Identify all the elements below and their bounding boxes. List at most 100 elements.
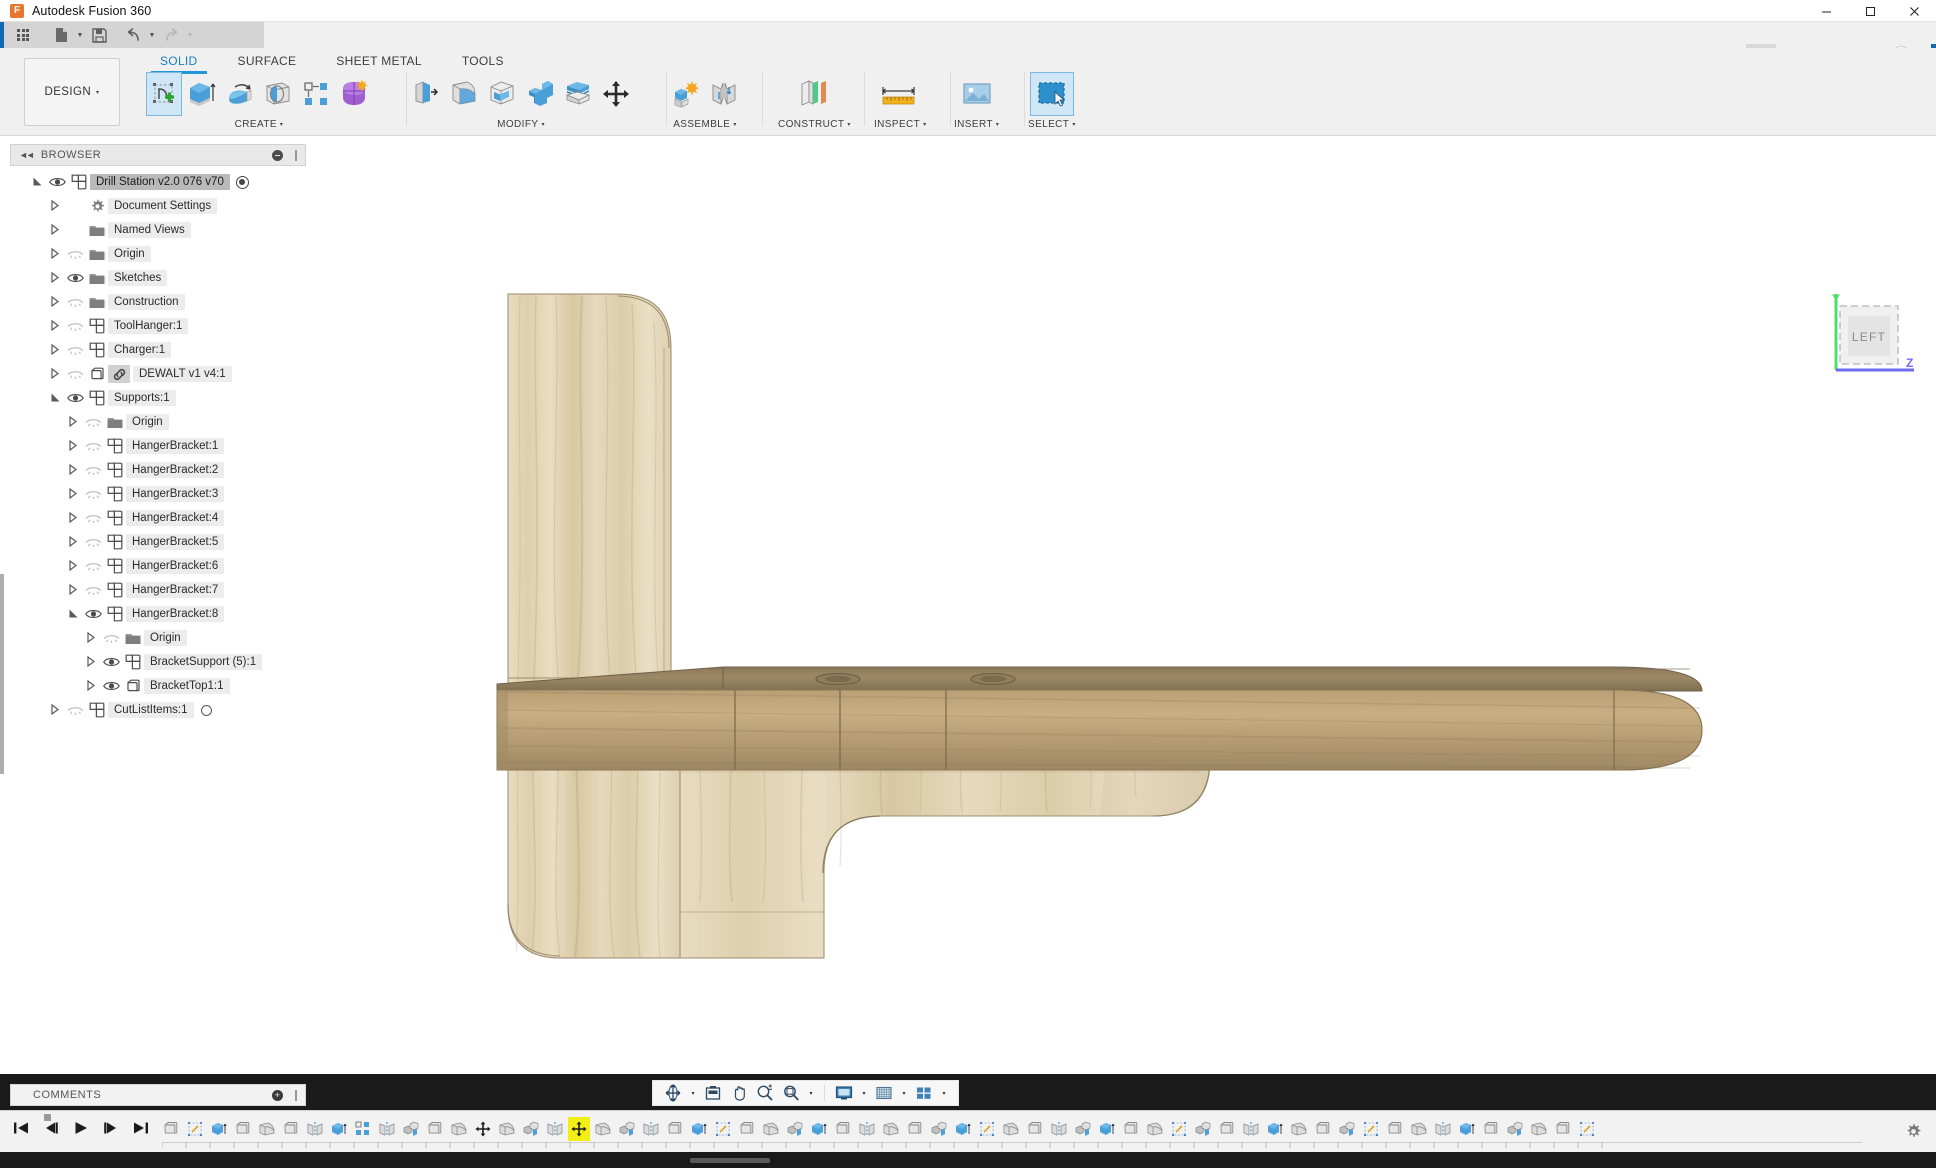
view-cube[interactable]: LEFT Y Z <box>1826 284 1922 380</box>
timeline-feature[interactable] <box>856 1117 878 1141</box>
timeline-feature[interactable] <box>1168 1117 1190 1141</box>
tree-row[interactable]: Charger:1 <box>10 338 310 362</box>
tree-row[interactable]: Construction <box>10 290 310 314</box>
tree-row[interactable]: HangerBracket:8 <box>10 602 310 626</box>
timeline-feature[interactable] <box>280 1117 302 1141</box>
visibility-on-icon[interactable] <box>82 608 104 620</box>
activate-component-radio[interactable] <box>200 704 212 716</box>
go-to-end-icon[interactable] <box>132 1119 150 1137</box>
timeline-feature[interactable] <box>448 1117 470 1141</box>
timeline-feature[interactable] <box>712 1117 734 1141</box>
ribbon-group-assemble-label[interactable]: ASSEMBLE ▾ <box>673 119 737 130</box>
visibility-off-icon[interactable] <box>82 464 104 476</box>
timeline-feature[interactable] <box>1504 1117 1526 1141</box>
timeline-feature[interactable] <box>1312 1117 1334 1141</box>
timeline-feature[interactable] <box>208 1117 230 1141</box>
expand-arrow-closed-icon[interactable] <box>46 343 64 357</box>
grid-snaps-icon[interactable] <box>872 1082 896 1104</box>
timeline-feature[interactable] <box>1144 1117 1166 1141</box>
timeline-feature[interactable] <box>544 1117 566 1141</box>
visibility-off-icon[interactable] <box>64 248 86 260</box>
timeline-feature[interactable] <box>1552 1117 1574 1141</box>
tree-row[interactable]: ToolHanger:1 <box>10 314 310 338</box>
step-forward-icon[interactable] <box>102 1119 120 1137</box>
ribbon-group-inspect-label[interactable]: INSPECT ▾ <box>874 119 927 130</box>
undo-caret-icon[interactable]: ▼ <box>146 24 158 46</box>
zoom-icon[interactable] <box>753 1082 777 1104</box>
press-pull-icon[interactable] <box>408 72 444 116</box>
timeline-feature[interactable] <box>952 1117 974 1141</box>
play-icon[interactable] <box>72 1119 90 1137</box>
tree-row[interactable]: HangerBracket:3 <box>10 482 310 506</box>
visibility-off-icon[interactable] <box>64 344 86 356</box>
fillet-icon[interactable] <box>446 72 482 116</box>
timeline-feature[interactable] <box>904 1117 926 1141</box>
timeline-feature[interactable] <box>160 1117 182 1141</box>
timeline-feature[interactable] <box>1408 1117 1430 1141</box>
tree-row[interactable]: Drill Station v2.0 076 v70 <box>10 170 310 194</box>
orbit-icon[interactable] <box>661 1082 685 1104</box>
tree-row[interactable]: HangerBracket:7 <box>10 578 310 602</box>
tree-row[interactable]: Origin <box>10 242 310 266</box>
visibility-off-icon[interactable] <box>82 536 104 548</box>
timeline-feature[interactable] <box>1048 1117 1070 1141</box>
split-face-icon[interactable] <box>560 72 596 116</box>
visibility-off-icon[interactable] <box>82 560 104 572</box>
timeline-feature[interactable] <box>1456 1117 1478 1141</box>
visibility-off-icon[interactable] <box>82 416 104 428</box>
timeline-feature[interactable] <box>376 1117 398 1141</box>
visibility-off-icon[interactable] <box>64 296 86 308</box>
tree-row[interactable]: Origin <box>10 410 310 434</box>
combine-icon[interactable] <box>522 72 558 116</box>
orbit-dropdown-caret[interactable]: ▾ <box>687 1082 699 1104</box>
expand-arrow-open-icon[interactable] <box>64 608 82 621</box>
ribbon-group-modify-label[interactable]: MODIFY ▾ <box>497 119 545 130</box>
joint-icon[interactable] <box>706 72 742 116</box>
timeline-feature[interactable] <box>976 1117 998 1141</box>
activate-component-radio[interactable] <box>235 175 249 189</box>
timeline-feature[interactable] <box>472 1117 494 1141</box>
visibility-off-icon[interactable] <box>100 632 122 644</box>
visibility-on-icon[interactable] <box>46 176 68 188</box>
timeline-feature[interactable] <box>520 1117 542 1141</box>
timeline-feature[interactable] <box>1120 1117 1142 1141</box>
close-button[interactable] <box>1892 0 1936 22</box>
grid-caret[interactable]: ▾ <box>898 1082 910 1104</box>
visibility-off-icon[interactable] <box>82 440 104 452</box>
new-document-icon[interactable] <box>48 24 74 46</box>
tree-row[interactable]: BracketSupport (5):1 <box>10 650 310 674</box>
tree-row[interactable]: BracketTop1:1 <box>10 674 310 698</box>
tree-row[interactable]: Named Views <box>10 218 310 242</box>
timeline-feature[interactable] <box>832 1117 854 1141</box>
timeline-feature[interactable] <box>688 1117 710 1141</box>
timeline-feature[interactable] <box>1000 1117 1022 1141</box>
timeline-feature[interactable] <box>808 1117 830 1141</box>
visibility-on-icon[interactable] <box>64 392 86 404</box>
timeline-feature[interactable] <box>1024 1117 1046 1141</box>
expand-arrow-closed-icon[interactable] <box>64 559 82 573</box>
timeline-horizontal-scrollbar[interactable] <box>690 1158 770 1163</box>
tree-row[interactable]: HangerBracket:1 <box>10 434 310 458</box>
form-icon[interactable] <box>336 72 372 116</box>
timeline-feature[interactable] <box>592 1117 614 1141</box>
expand-arrow-closed-icon[interactable] <box>46 319 64 333</box>
tree-row[interactable]: Origin <box>10 626 310 650</box>
expand-arrow-closed-icon[interactable] <box>64 463 82 477</box>
new-document-caret-icon[interactable]: ▼ <box>74 24 86 46</box>
timeline-feature[interactable] <box>232 1117 254 1141</box>
add-comment-icon[interactable]: + <box>272 1090 283 1101</box>
visibility-off-icon[interactable] <box>82 584 104 596</box>
timeline-feature[interactable] <box>880 1117 902 1141</box>
insert-image-icon[interactable] <box>955 72 999 116</box>
measure-icon[interactable] <box>876 72 924 116</box>
step-back-icon[interactable] <box>42 1119 60 1137</box>
timeline-feature[interactable] <box>352 1117 374 1141</box>
ribbon-group-insert-label[interactable]: INSERT ▾ <box>954 119 999 130</box>
new-component-icon[interactable] <box>668 72 704 116</box>
expand-arrow-closed-icon[interactable] <box>46 247 64 261</box>
ribbon-group-select-label[interactable]: SELECT ▾ <box>1028 119 1076 130</box>
viewports-icon[interactable] <box>912 1082 936 1104</box>
expand-arrow-closed-icon[interactable] <box>46 271 64 285</box>
tree-row[interactable]: Supports:1 <box>10 386 310 410</box>
timeline-feature[interactable] <box>1432 1117 1454 1141</box>
